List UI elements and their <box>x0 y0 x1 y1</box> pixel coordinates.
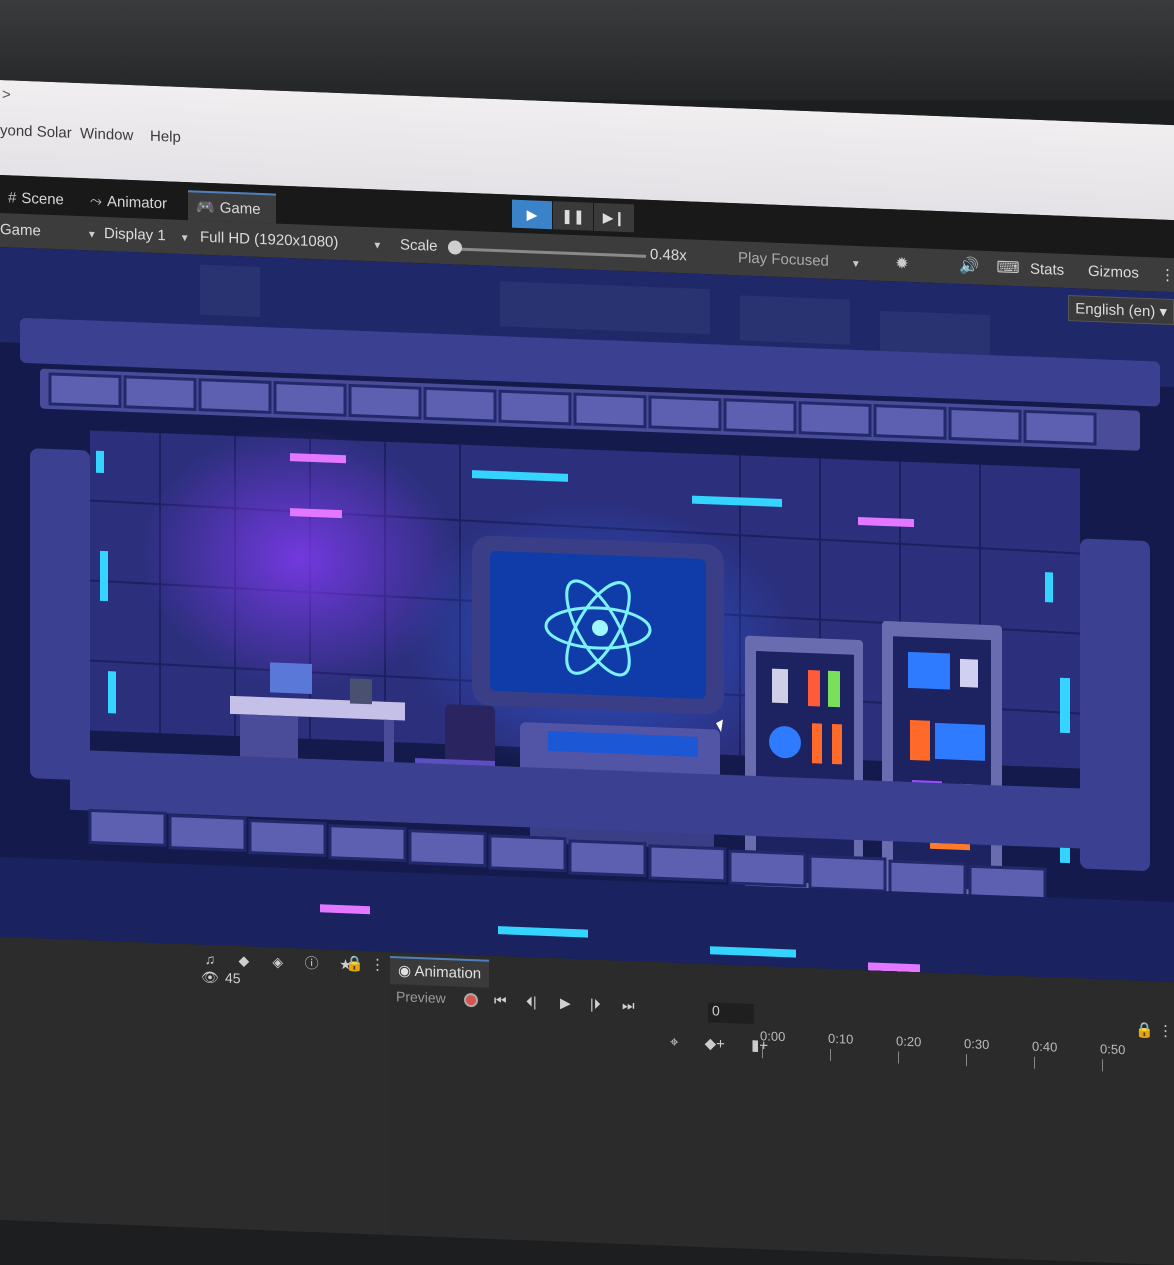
bottom-panels: ♫ ◆ ◈ ⓘ ★ 👁 45 🔒 ⋮ ◉ Animation Preview ⏮ … <box>0 937 1174 1265</box>
hierarchy-panel: ♫ ◆ ◈ ⓘ ★ 👁 45 🔒 ⋮ <box>0 937 391 1253</box>
scale-value: 0.48x <box>650 245 687 265</box>
preview-button[interactable]: Preview <box>396 988 446 1006</box>
tick-mark <box>966 1054 967 1067</box>
animator-icon: ⤳ <box>90 192 103 210</box>
tick-mark <box>898 1051 899 1064</box>
prev-frame-button[interactable]: ⏴| <box>526 993 537 1010</box>
tab-animation[interactable]: ◉ Animation <box>390 955 490 988</box>
play-focused-dropdown[interactable]: Play Focused ▼ <box>738 249 861 271</box>
play-animation-button[interactable]: ▶ <box>560 995 571 1012</box>
first-frame-button[interactable]: ⏮ <box>494 992 507 1009</box>
game-mode-dropdown[interactable]: Game ▼ <box>0 221 97 242</box>
add-event-icon[interactable]: ⌖ <box>670 1034 678 1051</box>
display-dropdown[interactable]: Display 1 ▼ <box>104 225 190 245</box>
record-icon <box>464 992 478 1008</box>
timeline-tick: 0:00 <box>760 1028 786 1045</box>
scale-slider[interactable] <box>456 247 646 258</box>
pause-button[interactable]: ❚❚ <box>553 201 593 231</box>
chevron-down-icon: ▼ <box>372 240 383 252</box>
menu-item-window[interactable]: Window <box>80 125 133 144</box>
dropdown-value: Display 1 <box>104 224 166 245</box>
eye-icon[interactable]: 👁 <box>195 968 225 986</box>
audio-clip-icon[interactable]: ♫ <box>195 950 225 967</box>
record-button[interactable] <box>464 992 478 1011</box>
play-button[interactable]: ▶ <box>512 199 552 230</box>
add-keyframe-icon[interactable]: ◆+ <box>705 1035 725 1053</box>
scale-slider-handle[interactable] <box>448 240 462 255</box>
tag-icon[interactable]: ◈ <box>263 953 293 971</box>
bug-icon[interactable]: ✹ <box>888 252 916 277</box>
keyboard-icon[interactable]: ⌨ <box>994 256 1022 281</box>
unity-editor-window: > yond Solar Window Help ▶ ❚❚ ▶❙ # Scene … <box>0 80 1174 1265</box>
objects-icon[interactable]: ◆ <box>229 952 259 970</box>
timeline-tick: 0:40 <box>1032 1038 1058 1055</box>
lock-icon[interactable]: 🔒 <box>345 954 364 973</box>
timeline-tick: 0:20 <box>896 1033 922 1050</box>
play-controls: ▶ ❚❚ ▶❙ <box>512 199 635 233</box>
monitor-bezel <box>0 0 1174 100</box>
menu-item-beyond-solar[interactable]: yond Solar <box>0 122 72 142</box>
tick-mark <box>1102 1059 1103 1072</box>
timeline-tick: 0:30 <box>964 1036 990 1053</box>
gamepad-icon: 🎮 <box>196 198 215 217</box>
chevron-icon[interactable]: > <box>2 86 11 103</box>
timeline-tick: 0:10 <box>828 1030 854 1047</box>
timeline-tick: 0:50 <box>1100 1041 1126 1058</box>
gizmos-button[interactable]: Gizmos <box>1088 263 1139 282</box>
tab-label: Animator <box>107 193 168 213</box>
game-viewport[interactable] <box>0 247 1174 983</box>
chevron-down-icon: ▼ <box>86 229 97 241</box>
menu-item-help[interactable]: Help <box>150 128 181 146</box>
lock-icon[interactable]: 🔒 <box>1135 1021 1154 1040</box>
grid-icon: # <box>8 189 17 207</box>
chevron-down-icon: ▼ <box>850 258 861 271</box>
tick-mark <box>762 1046 763 1059</box>
resolution-dropdown[interactable]: Full HD (1920x1080) ▼ <box>200 229 382 253</box>
space-station-scene <box>0 247 1174 983</box>
panel-menu-icon[interactable]: ⋮ <box>1158 1021 1173 1040</box>
language-dropdown[interactable]: English (en) ▾ <box>1068 295 1174 326</box>
last-frame-button[interactable]: ⏭ <box>622 997 635 1014</box>
tick-mark <box>1034 1056 1035 1069</box>
panel-menu-icon[interactable]: ⋮ <box>370 955 385 974</box>
dropdown-value: Game <box>0 221 41 240</box>
animation-panel: ◉ Animation Preview ⏮ ⏴| ▶ |⏵ ⏭ 0 ⌖ ◆+ ▮… <box>390 951 1174 1265</box>
step-button[interactable]: ▶❙ <box>594 202 634 233</box>
dropdown-value: Full HD (1920x1080) <box>200 228 339 252</box>
next-frame-button[interactable]: |⏵ <box>590 996 601 1013</box>
dropdown-value: Play Focused <box>738 249 829 270</box>
tab-label: Animation <box>414 962 482 983</box>
tick-mark <box>830 1048 831 1061</box>
stats-button[interactable]: Stats <box>1030 261 1064 279</box>
visible-count: 45 <box>225 969 241 987</box>
tab-game[interactable]: 🎮 Game <box>188 190 276 224</box>
tab-scene[interactable]: # Scene <box>0 183 80 216</box>
speaker-icon[interactable]: 🔊 <box>955 255 983 280</box>
tab-label: Scene <box>21 189 64 209</box>
chevron-down-icon: ▼ <box>179 232 190 245</box>
more-options-icon[interactable]: ⋮ <box>1160 266 1174 285</box>
warning-icon[interactable]: ⓘ <box>297 952 327 973</box>
tab-label: Game <box>219 199 261 219</box>
frame-field[interactable]: 0 <box>708 1002 754 1024</box>
animation-icon: ◉ <box>398 962 415 980</box>
tab-animator[interactable]: ⤳ Animator <box>82 186 186 220</box>
scale-label: Scale <box>400 236 438 255</box>
